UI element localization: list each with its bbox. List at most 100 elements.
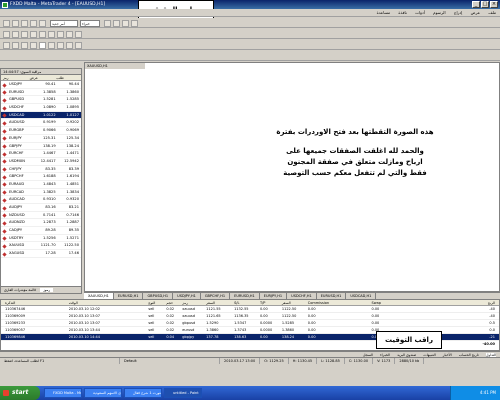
col-symbol[interactable]: رمز bbox=[182, 300, 206, 305]
vertical-line-icon[interactable] bbox=[21, 30, 28, 38]
col-price[interactable]: السعر bbox=[206, 300, 234, 305]
market-watch-row[interactable]: USDTRY 1.5256 1.5271 bbox=[1, 235, 81, 243]
chart-window[interactable]: XAUUSD,H1 هذه الصورة التقطتها بعد فتح ال… bbox=[84, 62, 500, 292]
menu-tools[interactable]: أدوات bbox=[415, 10, 425, 15]
taskbar-item[interactable]: untitled - Paint bbox=[164, 388, 202, 398]
taskbar-item[interactable]: منتدى الاسهم السعودية... bbox=[84, 388, 122, 398]
market-watch-row[interactable]: EURJPY 125.31 125.34 bbox=[1, 135, 81, 143]
market-watch-row[interactable]: AUDCAD 0.9310 0.9320 bbox=[1, 196, 81, 204]
market-watch-row[interactable]: CHFJPY 83.35 83.39 bbox=[1, 166, 81, 174]
menu-charts[interactable]: الرسوم bbox=[433, 10, 445, 15]
market-watch-row[interactable]: XAGUSD 17.28 17.46 bbox=[1, 250, 81, 258]
new-chart-icon[interactable] bbox=[3, 19, 10, 27]
period-mn-icon[interactable] bbox=[75, 41, 82, 49]
new-order-button[interactable]: أمر جديد bbox=[50, 19, 78, 27]
market-watch-row[interactable]: GBPCHF 1.6188 1.6194 bbox=[1, 173, 81, 181]
menu-insert[interactable]: إدراج bbox=[454, 10, 463, 15]
market-watch-row[interactable]: EURUSD 1.3858 1.3860 bbox=[1, 89, 81, 97]
bar-chart-icon[interactable] bbox=[104, 19, 111, 27]
profiles-icon[interactable] bbox=[12, 19, 19, 27]
col-current-price[interactable]: السعر bbox=[282, 300, 308, 305]
minimize-button[interactable]: _ bbox=[472, 1, 480, 8]
text-icon[interactable] bbox=[66, 30, 73, 38]
header-bid: عرض bbox=[29, 76, 38, 80]
terminal-icon[interactable] bbox=[39, 19, 46, 27]
bid-price: 1.5281 bbox=[43, 97, 56, 102]
period-m1-icon[interactable] bbox=[3, 41, 10, 49]
tab-tick-chart[interactable]: قائمة مؤشرات الفارق bbox=[1, 288, 39, 292]
period-m30-icon[interactable] bbox=[30, 41, 37, 49]
cursor-icon[interactable] bbox=[3, 30, 10, 38]
col-ticket[interactable]: التذكرة bbox=[1, 300, 69, 305]
period-w1-icon[interactable] bbox=[66, 41, 73, 49]
market-watch-panel: مراقبة السوق: 14:44:57 رمز عرض طلب USDJP… bbox=[0, 68, 82, 294]
market-watch-row[interactable]: CADJPY 89.28 89.35 bbox=[1, 227, 81, 235]
market-watch-row[interactable]: USDCAD 1.0122 1.0127 bbox=[1, 111, 81, 120]
period-m5-icon[interactable] bbox=[12, 41, 19, 49]
market-watch-row[interactable]: GBPUSD 1.5281 1.5285 bbox=[1, 96, 81, 105]
maximize-button[interactable]: □ bbox=[481, 1, 489, 8]
col-profit[interactable]: الربح bbox=[441, 300, 499, 305]
status-bar: لطلب المساعدة، اضغط F1 Default 2010.03.1… bbox=[0, 357, 500, 364]
menu-window[interactable]: نافذة bbox=[398, 10, 406, 15]
market-watch-row[interactable]: USDCHF 1.0890 1.0895 bbox=[1, 104, 81, 112]
order-row[interactable]: 110369009 2010.03.10 13:07 sell 0.02 xauusd 1… bbox=[1, 313, 499, 320]
order-ticket: 110369009 bbox=[5, 314, 26, 318]
menu-view[interactable]: عرض bbox=[471, 10, 480, 15]
order-row[interactable]: 110367446 2010.03.10 12:02 sell 0.02 xauusd 1… bbox=[1, 306, 499, 313]
market-watch-icon[interactable] bbox=[21, 19, 28, 27]
bid-price: 83.35 bbox=[45, 166, 56, 171]
col-swap[interactable]: Swap bbox=[371, 300, 441, 305]
expert-advisors-button[interactable]: خبراء bbox=[80, 19, 100, 27]
col-size[interactable]: حجم bbox=[166, 300, 182, 305]
market-watch-row[interactable]: USDMXN 12.4417 12.5942 bbox=[1, 158, 81, 166]
market-watch-row[interactable]: XAUUSD 1121.70 1122.50 bbox=[1, 242, 81, 251]
trendline-icon[interactable] bbox=[39, 30, 46, 38]
taskbar-item[interactable]: ستورت 1 شرح فعال... bbox=[124, 388, 162, 398]
period-d1-icon[interactable] bbox=[57, 41, 64, 49]
market-watch-row[interactable]: USDJPY 90.41 90.44 bbox=[1, 81, 81, 89]
crosshair-icon[interactable] bbox=[12, 30, 19, 38]
horizontal-line-icon[interactable] bbox=[30, 30, 37, 38]
menu-file[interactable]: ملف bbox=[488, 10, 496, 15]
order-time: 2010.03.10 13:07 bbox=[68, 314, 100, 318]
annotation-bottom: راقب التوقيت bbox=[376, 331, 442, 349]
market-watch-row[interactable]: EURAUD 1.4843 1.4851 bbox=[1, 181, 81, 189]
period-h4-icon[interactable] bbox=[48, 41, 55, 49]
label-icon[interactable] bbox=[75, 30, 82, 38]
tab-symbols[interactable]: رموز bbox=[40, 288, 54, 292]
ask-price: 1.3860 bbox=[66, 89, 79, 94]
col-time[interactable]: الوقت bbox=[69, 300, 149, 305]
period-h1-icon[interactable] bbox=[39, 41, 46, 49]
fibonacci-icon[interactable] bbox=[57, 30, 64, 38]
period-m15-icon[interactable] bbox=[21, 41, 28, 49]
col-tp[interactable]: T/P bbox=[260, 300, 282, 305]
line-chart-icon[interactable] bbox=[122, 19, 129, 27]
ask-price: 1122.50 bbox=[64, 243, 79, 248]
order-profit: 0.0 bbox=[489, 328, 495, 332]
order-profit: 0.5 bbox=[489, 321, 495, 325]
market-watch-row[interactable]: EURCHF 1.4467 1.4471 bbox=[1, 150, 81, 158]
market-watch-row[interactable]: GBPJPY 138.19 138.24 bbox=[1, 143, 81, 151]
candlestick-icon[interactable] bbox=[113, 19, 120, 27]
zoom-in-icon[interactable] bbox=[131, 19, 138, 27]
market-watch-row[interactable]: AUDUSD 0.9199 0.9202 bbox=[1, 119, 81, 128]
navigator-icon[interactable] bbox=[30, 19, 37, 27]
start-button[interactable]: start bbox=[0, 386, 40, 400]
channel-icon[interactable] bbox=[48, 30, 55, 38]
menu-help[interactable]: مساعدة bbox=[377, 10, 391, 15]
market-watch-row[interactable]: AUDJPY 83.16 83.21 bbox=[1, 204, 81, 212]
col-type[interactable]: النوع bbox=[148, 300, 166, 305]
market-watch-row[interactable]: EURCAD 1.3825 1.3834 bbox=[1, 189, 81, 197]
market-watch-row[interactable]: AUDNZD 1.2873 1.2887 bbox=[1, 219, 81, 228]
col-sl[interactable]: S/L bbox=[234, 300, 260, 305]
symbol: XAGUSD bbox=[1, 250, 34, 257]
col-commission[interactable]: Commission bbox=[308, 300, 372, 305]
title-bar: FXDD Malta - MetaTrader 4 - [EAUUSD,H1] … bbox=[0, 0, 500, 9]
market-watch-row[interactable]: EURGBP 0.9066 0.9069 bbox=[1, 127, 81, 135]
order-symbol: gbpusd bbox=[182, 321, 196, 325]
order-row[interactable]: 110369233 2010.03.10 13:07 sell 0.02 gbpusd 1… bbox=[1, 320, 499, 327]
close-button[interactable]: × bbox=[490, 1, 498, 8]
taskbar-item[interactable]: FXDD Malta - Met... bbox=[44, 388, 82, 398]
market-watch-row[interactable]: NZDUSD 0.7141 0.7146 bbox=[1, 212, 81, 220]
